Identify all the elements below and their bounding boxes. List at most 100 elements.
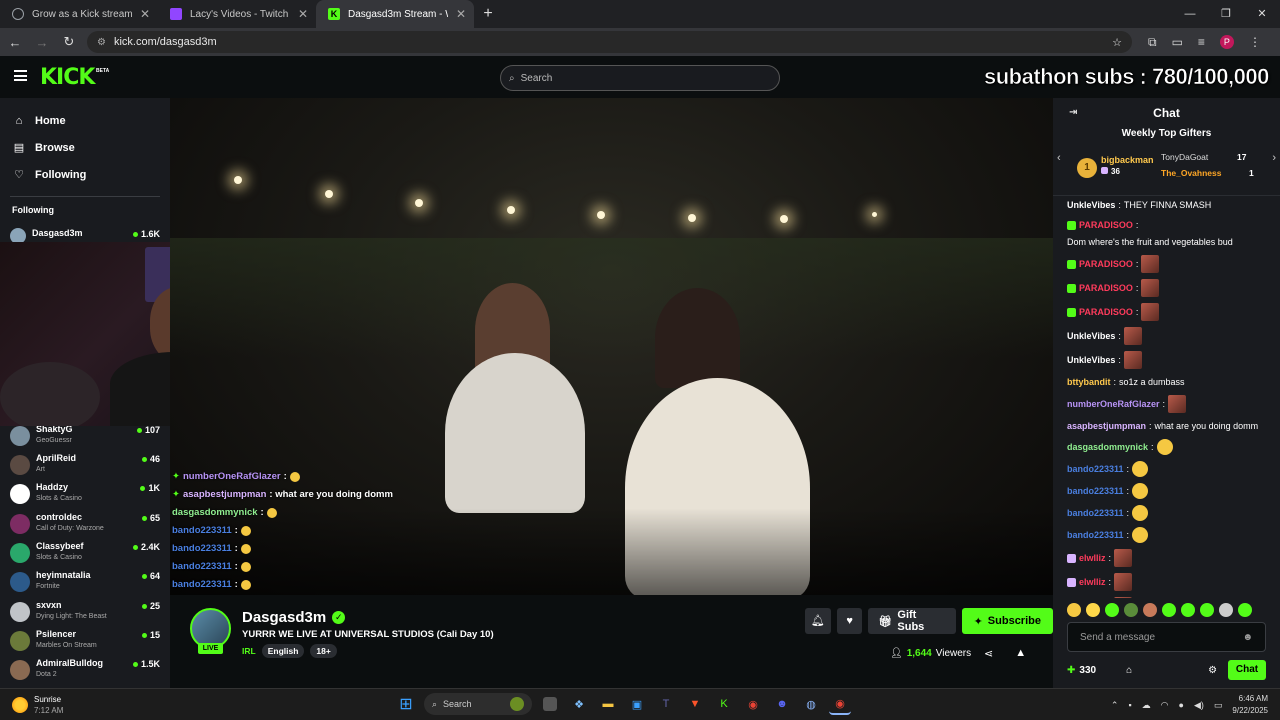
chat-username[interactable]: elwlliz (1079, 551, 1106, 565)
site-info-icon[interactable]: ⚙ (97, 37, 106, 48)
clock[interactable]: 6:46 AM 9/22/2025 (1232, 693, 1268, 717)
discord-icon[interactable]: ☻ (771, 693, 793, 715)
teams-icon[interactable]: T (655, 693, 677, 715)
emote-icon[interactable] (1181, 603, 1195, 617)
sidebar-channel[interactable]: ShaktyG GeoGuessr 107 (10, 423, 160, 452)
chat-username[interactable]: PARADISOO (1079, 281, 1133, 295)
chat-username[interactable]: bando223311 (1067, 462, 1124, 476)
back-icon[interactable]: ← (3, 35, 27, 50)
chat-username[interactable]: UnkleVibes (1067, 329, 1115, 343)
chat-username[interactable]: numberOneRafGlazer (1067, 397, 1160, 411)
close-tab-icon[interactable]: ✕ (140, 7, 150, 21)
sidebar-channel[interactable]: AprilReid Art 46 (10, 452, 160, 481)
collapse-chat-icon[interactable]: ⇥ (1069, 107, 1077, 118)
store-icon[interactable]: ⌂ (1126, 665, 1132, 676)
sidebar-item-browse[interactable]: ▤ Browse (0, 134, 170, 161)
url-field[interactable]: ⚙ kick.com/dasgasd3m ☆ (87, 31, 1132, 53)
browser-tab[interactable]: Lacy's Videos - Twitch ✕ (158, 0, 316, 28)
chat-settings-icon[interactable]: ⚙ (1208, 665, 1217, 676)
report-icon[interactable]: ▲ (1015, 647, 1026, 660)
sidebar-channel[interactable]: Classybeef Slots & Casino 2.4K (10, 540, 160, 569)
browser-tab[interactable]: Grow as a Kick streamer ✕ (0, 0, 158, 28)
emote-icon[interactable] (1105, 603, 1119, 617)
sidebar-channel[interactable]: heyimnatalia Fortnite 64 (10, 569, 160, 598)
sidebar-channel[interactable]: Dasgasd3m 1.6K (10, 227, 160, 244)
follow-heart-button[interactable]: ♥ (836, 608, 863, 634)
chat-username[interactable]: bttybandit (1067, 375, 1111, 389)
kick-app-icon[interactable]: K (713, 693, 735, 715)
chat-username[interactable]: PARADISOO (1079, 257, 1133, 271)
sidebar-item-home[interactable]: ⌂ Home (0, 107, 170, 134)
sidebar-item-following[interactable]: ♡ Following (0, 161, 170, 188)
chat-username[interactable]: dasgasdommynick (1067, 440, 1148, 454)
emote-icon[interactable] (1086, 603, 1100, 617)
reload-icon[interactable]: ↻ (57, 34, 81, 50)
emote-icon[interactable] (1219, 603, 1233, 617)
bookmark-star-icon[interactable]: ☆ (1112, 36, 1122, 49)
kick-logo[interactable]: KICK (40, 65, 95, 90)
chevron-left-icon[interactable]: ‹ (1057, 152, 1061, 164)
emote-icon[interactable] (1067, 603, 1081, 617)
search-input[interactable]: ⌕ Search (500, 65, 780, 91)
battery-icon[interactable]: ▭ (1214, 700, 1223, 711)
brave-icon[interactable]: ▼ (684, 693, 706, 715)
minimize-icon[interactable]: — (1172, 0, 1208, 28)
close-tab-icon[interactable]: ✕ (298, 7, 308, 21)
language-tag[interactable]: English (261, 644, 305, 658)
profile-avatar[interactable]: P (1219, 35, 1234, 49)
hamburger-menu-icon[interactable] (14, 70, 27, 81)
chat-username[interactable]: bando223311 (1067, 528, 1124, 542)
browser-tab-active[interactable]: K Dasgasd3m Stream - Watch Li... ✕ (316, 0, 474, 28)
reading-list-icon[interactable]: ≡ (1198, 35, 1205, 49)
chat-message-input[interactable]: Send a message ☻ (1067, 622, 1266, 652)
emote-icon[interactable] (1124, 603, 1138, 617)
subscribe-button[interactable]: ✦ Subscribe (961, 608, 1053, 634)
steam-icon[interactable]: ◍ (800, 693, 822, 715)
sidebar-channel[interactable]: AdmiralBulldog Dota 2 1.5K (10, 657, 160, 686)
emote-icon[interactable] (1238, 603, 1252, 617)
notification-bell-button[interactable]: 🔔︎ (805, 608, 831, 634)
task-view-icon[interactable] (543, 697, 557, 711)
chat-username[interactable]: elwlliz (1079, 575, 1106, 589)
emote-icon[interactable] (1143, 603, 1157, 617)
chevron-right-icon[interactable]: › (1272, 152, 1276, 164)
gift-subs-button[interactable]: 🎁︎ Gift Subs (868, 608, 956, 634)
emoji-picker-icon[interactable]: ☻ (1242, 632, 1253, 643)
taskbar-search[interactable]: ⌕ Search (424, 693, 532, 715)
copilot-icon[interactable]: ❖ (568, 693, 590, 715)
sidebar-channel[interactable]: controldec Call of Duty: Warzone 65 (10, 511, 160, 540)
sidebar-channel[interactable]: sxvxn Dying Light: The Beast 25 (10, 599, 160, 628)
menu-dots-icon[interactable]: ⋮ (1249, 35, 1261, 49)
wifi-icon[interactable]: ◠ (1161, 700, 1169, 711)
close-tab-icon[interactable]: ✕ (456, 7, 466, 21)
cloud-icon[interactable]: ☁ (1142, 700, 1151, 711)
close-window-icon[interactable]: ✕ (1244, 0, 1280, 28)
chrome-active-icon[interactable]: ◉ (829, 693, 851, 715)
send-chat-button[interactable]: Chat (1228, 660, 1266, 680)
windows-start-icon[interactable]: ⊞ (395, 693, 417, 715)
chat-username[interactable]: PARADISOO (1079, 305, 1133, 319)
chat-username[interactable]: UnkleVibes (1067, 198, 1115, 212)
maximize-icon[interactable]: ❐ (1208, 0, 1244, 28)
stream-video-player[interactable] (170, 98, 1053, 595)
extensions-icon[interactable]: ⧉ (1148, 35, 1157, 50)
emote-icon[interactable] (1200, 603, 1214, 617)
sidebar-channel[interactable]: Psilencer Marbles On Stream 15 (10, 628, 160, 657)
file-explorer-icon[interactable]: ▬ (597, 693, 619, 715)
chat-username[interactable]: asapbestjumpman (1067, 419, 1146, 433)
store-app-icon[interactable]: ▣ (626, 693, 648, 715)
gifter-name[interactable]: TonyDaGoat (1161, 152, 1208, 162)
points-icon[interactable]: ✚ (1067, 665, 1075, 676)
chat-username[interactable]: bando223311 (1067, 506, 1124, 520)
mic-icon[interactable]: ● (1179, 700, 1184, 710)
gifter-name[interactable]: The_Ovahness (1161, 168, 1221, 178)
new-tab-button[interactable]: + (474, 5, 502, 23)
emote-icon[interactable] (1162, 603, 1176, 617)
category-link[interactable]: IRL (242, 646, 256, 656)
gifter-name[interactable]: bigbackman (1101, 155, 1154, 165)
streamer-name[interactable]: Dasgasd3m (242, 609, 326, 626)
chat-username[interactable]: UnkleVibes (1067, 353, 1115, 367)
tray-chevron-icon[interactable]: ⌃ (1111, 700, 1119, 711)
share-icon[interactable]: ⋖ (984, 647, 993, 660)
forward-icon[interactable]: → (30, 35, 54, 50)
